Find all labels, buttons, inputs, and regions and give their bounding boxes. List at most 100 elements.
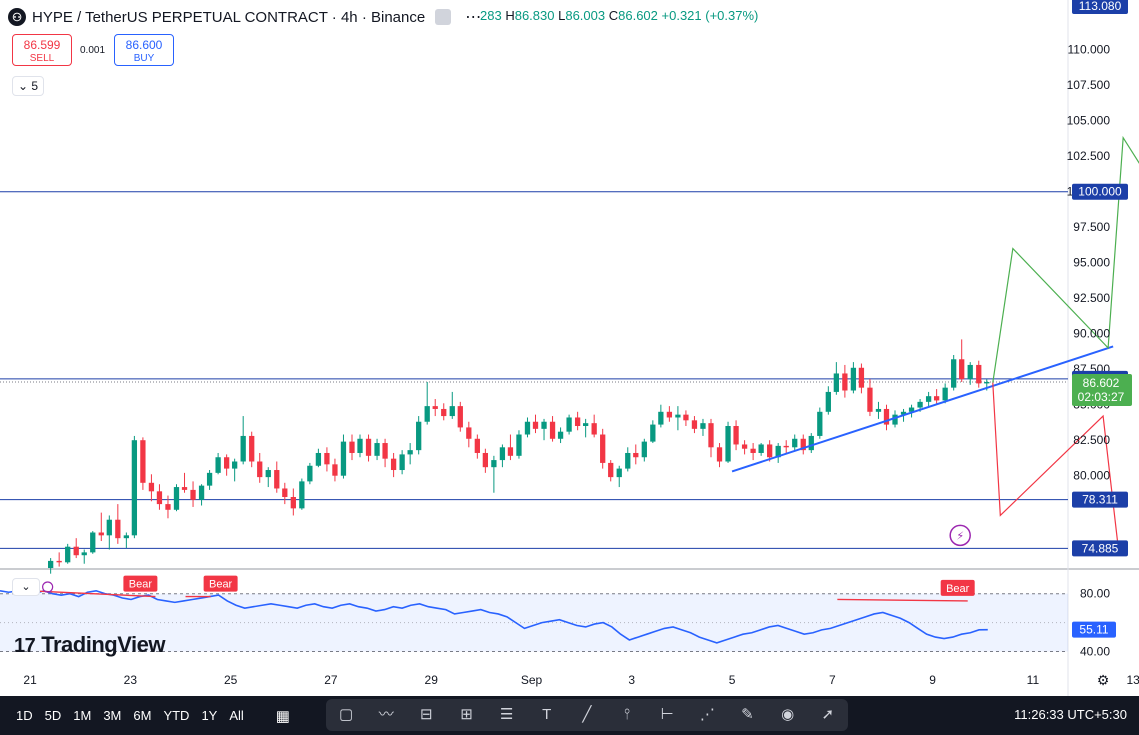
time-tick-label: 25 (224, 673, 238, 687)
timeframe-1d[interactable]: 1D (16, 708, 33, 723)
candle-body (549, 421, 556, 439)
change-value: +0.321 (+0.37%) (661, 8, 759, 23)
candle-body (658, 411, 664, 425)
candle-body (600, 434, 606, 463)
time-tick-label: 21 (23, 673, 37, 687)
rectangle-tool-icon[interactable]: ▢ (336, 705, 356, 725)
candle-body (482, 452, 489, 468)
candle-body (633, 452, 639, 458)
time-tick-label: 27 (324, 673, 338, 687)
candle-body (976, 364, 982, 384)
hide-icon[interactable] (435, 9, 452, 25)
candle-body (574, 417, 581, 426)
candle-body (181, 487, 188, 490)
candle-body (867, 387, 873, 412)
path-tool-icon[interactable]: 〰 (376, 705, 396, 725)
candle-body (299, 481, 305, 509)
candle-body (424, 406, 430, 422)
candle-body (917, 401, 923, 408)
candle-body (675, 414, 681, 418)
pattern-icon[interactable]: ⋰ (697, 705, 717, 725)
candle-body (131, 440, 138, 536)
candle-body (507, 447, 514, 456)
level-price-text: 78.311 (1082, 493, 1118, 507)
chevron-down-icon: ⌄ (21, 581, 31, 593)
candle-body (115, 519, 121, 539)
text-tool-icon[interactable]: T (537, 705, 557, 725)
rsi-collapse-button[interactable]: ⌄ (12, 578, 40, 596)
line-tool-icon[interactable]: ╱ (577, 705, 597, 725)
candle-body (374, 443, 380, 456)
candle-body (942, 387, 948, 401)
candle-body (148, 482, 155, 492)
tradingview-logo: 17 TradingView (14, 632, 165, 658)
candle-body (608, 462, 614, 478)
chart-title[interactable]: HYPE / TetherUS PERPETUAL CONTRACT · 4h … (32, 9, 425, 26)
candle-body (833, 373, 839, 392)
timeframe-6m[interactable]: 6M (133, 708, 151, 723)
candle-body (340, 441, 347, 476)
candle-body (532, 421, 539, 429)
eye-icon[interactable]: ◉ (778, 705, 798, 725)
price-tick-label: 82.500 (1073, 433, 1110, 447)
short-position-icon[interactable]: ⊞ (456, 705, 476, 725)
candle-body (733, 426, 739, 445)
clock: 11:26:33 UTC+5:30 (1014, 707, 1127, 722)
spread-value: 0.001 (80, 45, 106, 56)
candle-body (449, 406, 455, 417)
price-tick-label: 102.500 (1067, 149, 1111, 163)
candle-body (324, 452, 330, 465)
timeframe-3m[interactable]: 3M (103, 708, 121, 723)
candle-body (198, 485, 205, 500)
buy-price: 86.600 (125, 38, 163, 52)
candle-body (65, 546, 71, 563)
candle-body (206, 472, 213, 486)
pitchfork-icon[interactable]: ⫯ (617, 705, 637, 725)
candle-body (416, 421, 422, 451)
candle-body (959, 359, 965, 380)
candle-body (691, 420, 698, 429)
candle-body (708, 423, 714, 448)
price-tick-label: 95.000 (1073, 256, 1110, 270)
divergence-label: Bear (946, 583, 970, 595)
calendar-icon[interactable]: ▦ (276, 707, 290, 725)
candle-body (825, 391, 831, 412)
tradingview-mark-icon: 17 (14, 635, 36, 657)
candle-body (457, 406, 463, 428)
candle-body (925, 396, 932, 402)
timeframe-ytd[interactable]: YTD (163, 708, 189, 723)
arrow-tool-icon[interactable]: ➚ (818, 705, 838, 725)
close-value: 86.602 (618, 8, 658, 23)
indicators-collapse-button[interactable]: ⌄ 5 (12, 76, 44, 96)
candle-body (265, 470, 271, 478)
candle-body (282, 488, 288, 497)
divergence-label: Bear (209, 579, 233, 591)
buy-button[interactable]: 86.600 BUY (114, 34, 174, 66)
level-price-text: 100.000 (1078, 185, 1122, 199)
fib-icon[interactable]: ☰ (497, 705, 517, 725)
candle-body (625, 452, 631, 469)
timeframe-1y[interactable]: 1Y (201, 708, 217, 723)
candle-body (750, 448, 756, 453)
brush-icon[interactable]: ✎ (737, 705, 757, 725)
candle-body (499, 447, 506, 461)
candle-body (165, 504, 171, 510)
price-tick-label: 110.000 (1068, 43, 1111, 57)
candle-body (290, 497, 296, 509)
candle-body (875, 408, 882, 412)
timeframe-1m[interactable]: 1M (73, 708, 91, 723)
candle-body (190, 489, 196, 500)
indicator-count: 5 (31, 79, 39, 93)
price-chart[interactable]: ⚡ BearBearBear 80.00082.50085.00087.5009… (0, 0, 1139, 696)
long-position-icon[interactable]: ⊟ (416, 705, 436, 725)
candle-body (390, 458, 397, 471)
bottom-toolbar: 1D 5D 1M 3M 6M YTD 1Y All ▦ ▢ 〰 ⊟ ⊞ ☰ T … (0, 696, 1139, 735)
candle-body (332, 464, 338, 476)
sell-button[interactable]: 86.599 SELL (12, 34, 72, 66)
timeframe-5d[interactable]: 5D (45, 708, 62, 723)
candle-body (741, 444, 748, 449)
timeframe-all[interactable]: All (229, 708, 243, 723)
volume-profile-icon[interactable]: ⊢ (657, 705, 677, 725)
price-tick-label: 80.000 (1073, 469, 1110, 483)
candle-body (215, 457, 221, 473)
